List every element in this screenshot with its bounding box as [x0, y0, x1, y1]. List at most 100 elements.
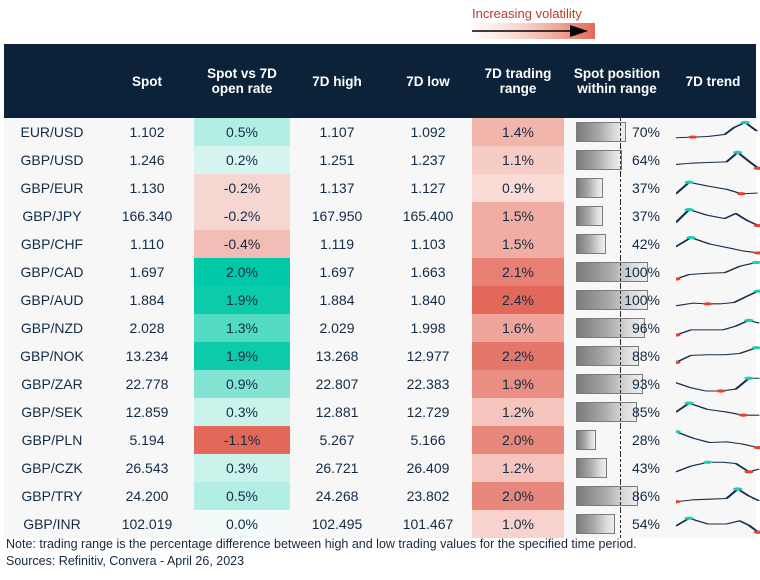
table-row: EUR/USD 1.102 0.5% 1.107 1.092 1.4% 70% — [4, 118, 758, 146]
cell-spot: 1.697 — [100, 258, 194, 286]
position-bar-wrapper: 64% — [570, 146, 664, 174]
table-row: GBP/TRY 24.200 0.5% 24.268 23.802 2.0% 86% — [4, 482, 760, 510]
sparkline-chart — [676, 401, 760, 417]
cell-low: 1.092 — [384, 118, 472, 146]
cell-spot: 24.200 — [100, 482, 194, 510]
sparkline-chart — [676, 376, 760, 393]
position-midpoint-line — [620, 230, 621, 258]
cell-low: 101.467 — [384, 510, 472, 538]
table-row: GBP/NOK 13.234 1.9% 13.268 12.977 2.2% 88% — [4, 342, 760, 370]
cell-spot: 13.234 — [100, 342, 194, 370]
position-bar-wrapper: 42% — [570, 230, 664, 258]
cell-high: 1.884 — [290, 286, 384, 314]
sparkline-low-marker — [744, 470, 754, 474]
cell-spot: 166.340 — [100, 202, 194, 230]
position-value-label: 28% — [631, 432, 660, 448]
position-value-label: 93% — [631, 376, 660, 392]
sparkline-low-marker — [753, 166, 760, 170]
position-bar-wrapper: 88% — [570, 342, 664, 370]
cell-high: 5.267 — [290, 426, 384, 454]
position-value-label: 96% — [631, 320, 660, 336]
cell-low: 1.127 — [384, 174, 472, 202]
table-body: EUR/USD 1.102 0.5% 1.107 1.092 1.4% 70% GBP/USD… — [4, 118, 760, 538]
cell-trend — [670, 510, 760, 538]
cell-trend — [670, 370, 760, 398]
cell-position: 85% — [564, 398, 670, 426]
sparkline-high-marker — [733, 150, 743, 154]
column-header-low: 7D low — [384, 44, 472, 118]
cell-trend — [670, 286, 760, 314]
position-bar-wrapper: 28% — [570, 426, 664, 454]
position-bar-wrapper: 96% — [570, 314, 664, 342]
volatility-legend-label: Increasing volatility — [472, 6, 582, 21]
sparkline-chart — [676, 487, 760, 504]
table-row: GBP/JPY 166.340 -0.2% 167.950 165.400 1.5% 37% — [4, 202, 760, 230]
cell-high: 26.721 — [290, 454, 384, 482]
cell-trend — [670, 398, 760, 426]
cell-low: 23.802 — [384, 482, 472, 510]
sparkline-chart — [676, 430, 760, 450]
cell-range: 1.2% — [472, 454, 564, 482]
cell-high: 1.107 — [290, 118, 384, 146]
cell-high: 13.268 — [290, 342, 384, 370]
cell-spot: 1.884 — [100, 286, 194, 314]
sparkline-low-marker — [736, 192, 747, 196]
sparkline-chart — [676, 150, 760, 170]
cell-position: 43% — [564, 454, 670, 482]
cell-low: 1.103 — [384, 230, 472, 258]
cell-low: 1.840 — [384, 286, 472, 314]
cell-spot: 2.028 — [100, 314, 194, 342]
cell-position: 86% — [564, 482, 670, 510]
position-bar-wrapper: 43% — [570, 454, 664, 482]
position-midpoint-line — [620, 510, 621, 538]
cell-high: 1.251 — [290, 146, 384, 174]
cell-low: 12.729 — [384, 398, 472, 426]
cell-trend — [670, 230, 760, 258]
cell-spot: 5.194 — [100, 426, 194, 454]
note-trading-range: Note: trading range is the percentage di… — [6, 537, 637, 551]
cell-change: -0.2% — [194, 174, 290, 202]
fx-rates-table: Spot Spot vs 7D open rate 7D high 7D low… — [4, 44, 760, 538]
cell-spot: 1.130 — [100, 174, 194, 202]
column-header-spot: Spot — [100, 44, 194, 118]
sparkline-low-marker — [676, 500, 681, 504]
sparkline-chart — [676, 346, 760, 364]
cell-position: 28% — [564, 426, 670, 454]
cell-range: 1.6% — [472, 314, 564, 342]
cell-spot: 1.246 — [100, 146, 194, 174]
cell-range: 1.9% — [472, 370, 564, 398]
cell-high: 24.268 — [290, 482, 384, 510]
volatility-arrow-icon — [472, 25, 588, 37]
position-bar-fill — [576, 402, 637, 422]
cell-range: 2.2% — [472, 342, 564, 370]
position-midpoint-line — [620, 426, 621, 454]
position-bar-fill — [576, 486, 638, 506]
cell-change: 1.9% — [194, 286, 290, 314]
cell-low: 12.977 — [384, 342, 472, 370]
cell-spot: 1.110 — [100, 230, 194, 258]
cell-high: 167.950 — [290, 202, 384, 230]
cell-change: 0.5% — [194, 482, 290, 510]
sparkline-low-marker — [738, 413, 748, 417]
position-bar-wrapper: 86% — [570, 482, 664, 510]
cell-pair: GBP/USD — [4, 146, 100, 174]
position-bar-fill — [576, 150, 622, 170]
position-midpoint-line — [620, 370, 621, 398]
cell-high: 102.495 — [290, 510, 384, 538]
sparkline-high-marker — [744, 376, 754, 380]
sparkline-chart — [676, 236, 760, 255]
cell-low: 1.237 — [384, 146, 472, 174]
cell-pair: GBP/AUD — [4, 286, 100, 314]
position-midpoint-line — [620, 314, 621, 342]
cell-spot: 26.543 — [100, 454, 194, 482]
cell-change: -1.1% — [194, 426, 290, 454]
cell-change: 1.3% — [194, 314, 290, 342]
sparkline-high-marker — [684, 208, 694, 212]
position-value-label: 85% — [631, 404, 660, 420]
cell-pair: GBP/PLN — [4, 426, 100, 454]
position-bar-wrapper: 93% — [570, 370, 664, 398]
cell-pair: GBP/EUR — [4, 174, 100, 202]
volatility-legend: Increasing volatility — [460, 6, 640, 44]
cell-trend — [670, 174, 758, 202]
cell-low: 1.998 — [384, 314, 472, 342]
